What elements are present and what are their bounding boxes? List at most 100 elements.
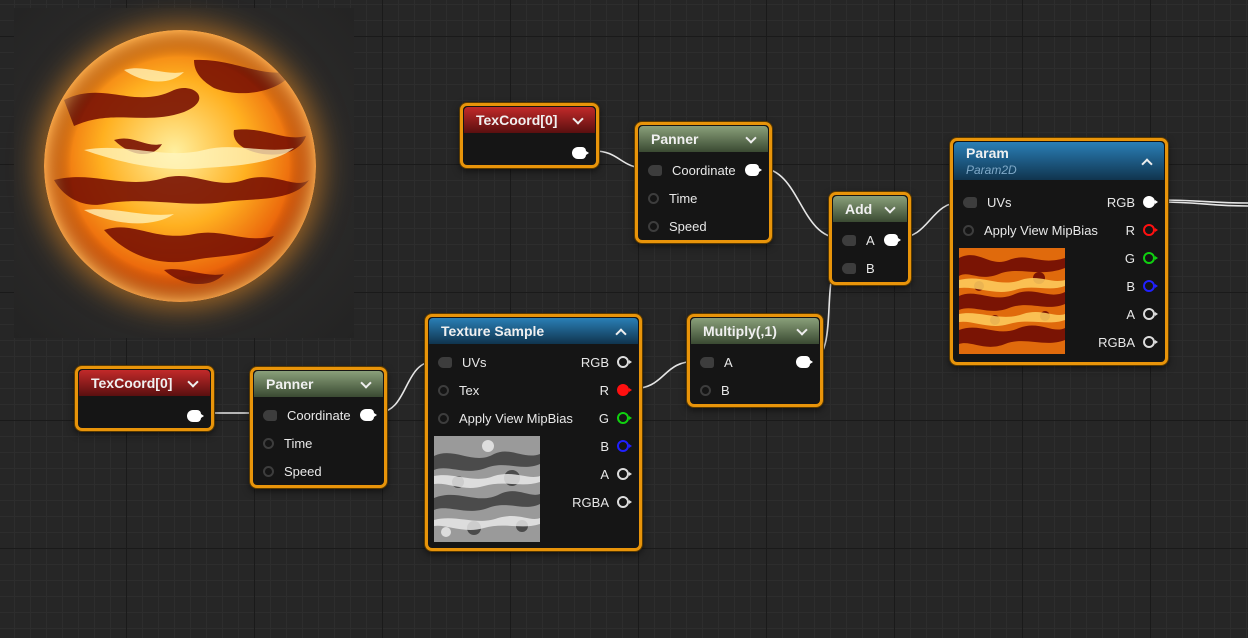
pin-label: Time — [284, 435, 313, 451]
pin-icon[interactable] — [1143, 308, 1158, 320]
input-pin-uvs[interactable]: UVs — [963, 188, 1012, 216]
input-pin-b[interactable]: B — [842, 254, 875, 282]
chevron-up-icon[interactable] — [614, 324, 628, 338]
pin-label: B — [1126, 278, 1135, 294]
pin-icon[interactable] — [1143, 336, 1158, 348]
chevron-down-icon[interactable] — [795, 324, 809, 338]
pin-icon[interactable] — [842, 234, 856, 246]
pin-icon[interactable] — [700, 356, 714, 368]
chevron-down-icon[interactable] — [359, 377, 373, 391]
node-texcoord-bottom[interactable]: TexCoord[0] — [75, 366, 214, 431]
node-panner-bottom[interactable]: Panner Coordinate Time Speed — [250, 367, 387, 488]
output-pin-r[interactable]: R — [1126, 216, 1158, 244]
pin-label: Coordinate — [287, 407, 351, 423]
chevron-down-icon[interactable] — [571, 113, 585, 127]
input-pin-time[interactable]: Time — [263, 429, 312, 457]
node-subtitle: Param2D — [966, 163, 1017, 177]
pin-icon[interactable] — [572, 147, 589, 159]
output-pin[interactable] — [564, 139, 589, 167]
output-pin-rgba[interactable]: RGBA — [572, 488, 632, 516]
sun-preview-sphere — [44, 30, 316, 302]
pin-icon[interactable] — [263, 409, 277, 421]
pin-label: A — [600, 466, 609, 482]
output-pin[interactable] — [788, 348, 813, 376]
input-pin-b[interactable]: B — [700, 376, 730, 404]
input-pin-mipbias[interactable]: Apply View MipBias — [438, 404, 573, 432]
pin-icon[interactable] — [617, 440, 632, 452]
output-pin-b[interactable]: B — [600, 432, 632, 460]
pin-icon[interactable] — [700, 384, 711, 396]
input-pin-uvs[interactable]: UVs — [438, 348, 487, 376]
pin-icon[interactable] — [617, 412, 632, 424]
output-pin-rgb[interactable]: RGB — [581, 348, 632, 376]
output-pin-rgb[interactable]: RGB — [1106, 188, 1158, 216]
output-pin[interactable] — [737, 156, 762, 184]
pin-icon[interactable] — [1143, 280, 1158, 292]
node-add[interactable]: Add A B — [829, 192, 911, 285]
pin-label: G — [598, 410, 609, 426]
output-pin[interactable] — [352, 401, 377, 429]
pin-icon[interactable] — [842, 262, 856, 274]
output-pin[interactable] — [179, 402, 204, 430]
pin-icon[interactable] — [648, 192, 659, 204]
output-pin-r[interactable]: R — [600, 376, 632, 404]
pin-icon[interactable] — [963, 196, 977, 208]
pin-icon[interactable] — [617, 468, 632, 480]
output-pin-rgba[interactable]: RGBA — [1098, 328, 1158, 356]
pin-icon[interactable] — [1143, 252, 1158, 264]
output-pin-a[interactable]: A — [600, 460, 632, 488]
output-pin-g[interactable]: G — [1124, 244, 1158, 272]
node-title: Texture Sample — [441, 323, 545, 339]
input-pin-time[interactable]: Time — [648, 184, 697, 212]
material-preview-viewport[interactable] — [14, 8, 354, 338]
pin-label: RGBA — [1098, 334, 1135, 350]
chevron-down-icon[interactable] — [883, 202, 897, 216]
node-title: Param — [966, 145, 1009, 161]
input-pin-tex[interactable]: Tex — [438, 376, 479, 404]
node-title: Panner — [266, 376, 314, 392]
pin-icon[interactable] — [438, 412, 449, 424]
node-title: Add — [845, 201, 873, 217]
chevron-down-icon[interactable] — [186, 376, 200, 390]
node-multiply[interactable]: Multiply(,1) A B — [687, 314, 823, 407]
pin-icon[interactable] — [263, 437, 274, 449]
pin-icon[interactable] — [648, 220, 659, 232]
output-pin[interactable] — [876, 226, 901, 254]
input-pin-a[interactable]: A — [842, 226, 875, 254]
input-pin-a[interactable]: A — [700, 348, 733, 376]
pin-icon[interactable] — [438, 356, 452, 368]
pin-label: G — [1124, 250, 1135, 266]
pin-icon[interactable] — [884, 234, 901, 246]
input-pin-mipbias[interactable]: Apply View MipBias — [963, 216, 1098, 244]
pin-icon[interactable] — [617, 356, 632, 368]
chevron-up-icon[interactable] — [1140, 154, 1154, 168]
chevron-down-icon[interactable] — [744, 132, 758, 146]
input-pin-coordinate[interactable]: Coordinate — [648, 156, 736, 184]
pin-icon[interactable] — [617, 384, 632, 396]
node-panner-top[interactable]: Panner Coordinate Time Speed — [635, 122, 772, 243]
node-title: TexCoord[0] — [476, 112, 558, 128]
pin-icon[interactable] — [438, 384, 449, 396]
pin-icon[interactable] — [617, 496, 632, 508]
pin-label: RGB — [1106, 194, 1135, 210]
pin-icon[interactable] — [796, 356, 813, 368]
input-pin-speed[interactable]: Speed — [263, 457, 322, 485]
input-pin-speed[interactable]: Speed — [648, 212, 707, 240]
pin-label: Apply View MipBias — [459, 410, 573, 426]
wire-param-rgb-out — [1157, 201, 1248, 207]
pin-icon[interactable] — [1143, 196, 1158, 208]
node-texture-sample[interactable]: Texture Sample UVs Tex Apply View MipBia… — [425, 314, 642, 551]
node-texcoord-top[interactable]: TexCoord[0] — [460, 103, 599, 168]
pin-icon[interactable] — [263, 465, 274, 477]
output-pin-b[interactable]: B — [1126, 272, 1158, 300]
pin-icon[interactable] — [1143, 224, 1158, 236]
output-pin-g[interactable]: G — [598, 404, 632, 432]
pin-icon[interactable] — [745, 164, 762, 176]
pin-icon[interactable] — [360, 409, 377, 421]
pin-icon[interactable] — [187, 410, 204, 422]
pin-icon[interactable] — [963, 224, 974, 236]
node-param[interactable]: Param Param2D UVs Apply View MipBias RGB… — [950, 138, 1168, 365]
output-pin-a[interactable]: A — [1126, 300, 1158, 328]
input-pin-coordinate[interactable]: Coordinate — [263, 401, 351, 429]
pin-icon[interactable] — [648, 164, 662, 176]
